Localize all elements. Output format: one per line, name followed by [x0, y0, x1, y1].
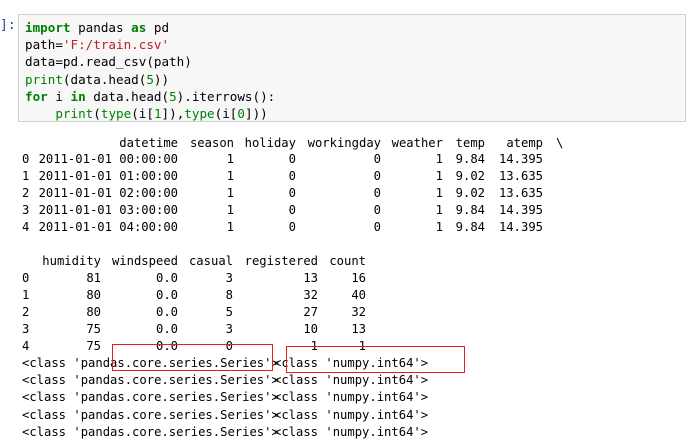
table2-cell: 8: [225, 288, 233, 303]
highlight-box-int64: [286, 346, 465, 373]
type-output-int64: <class 'numpy.int64'>: [274, 407, 429, 422]
type-output-series: <class 'pandas.core.series.Series'>: [22, 373, 279, 388]
table1-cell: 13.635: [498, 186, 543, 201]
table2-cell: 16: [351, 271, 366, 285]
table2-cell: 40: [351, 288, 366, 303]
type-output-series: <class 'pandas.core.series.Series'>: [22, 390, 279, 405]
table1-cell: 13.635: [498, 169, 543, 184]
table2-cell: 5: [225, 305, 233, 320]
type-output-series: <class 'pandas.core.series.Series'>: [22, 424, 279, 439]
table1-column-header: atemp: [506, 136, 543, 150]
table1-continuation-mark: \: [556, 136, 564, 150]
table2-cell: 13: [351, 322, 366, 337]
table1-cell: 14.395: [498, 152, 543, 166]
type-output-int64: <class 'numpy.int64'>: [274, 373, 429, 388]
table1-cell: 14.395: [498, 203, 543, 218]
table2-cell: 32: [351, 305, 366, 320]
table1-cell: 14.395: [498, 220, 543, 235]
table2-column-header: count: [329, 254, 366, 268]
type-output-int64: <class 'numpy.int64'>: [274, 424, 429, 439]
table2-cell: 3: [225, 271, 233, 285]
table2-cell: 3: [225, 322, 233, 337]
highlight-box-series: [112, 344, 273, 371]
cell-output: datetime season holiday workingday weather te…: [0, 0, 688, 446]
type-output-series: <class 'pandas.core.series.Series'>: [22, 407, 279, 422]
type-output-int64: <class 'numpy.int64'>: [274, 390, 429, 405]
